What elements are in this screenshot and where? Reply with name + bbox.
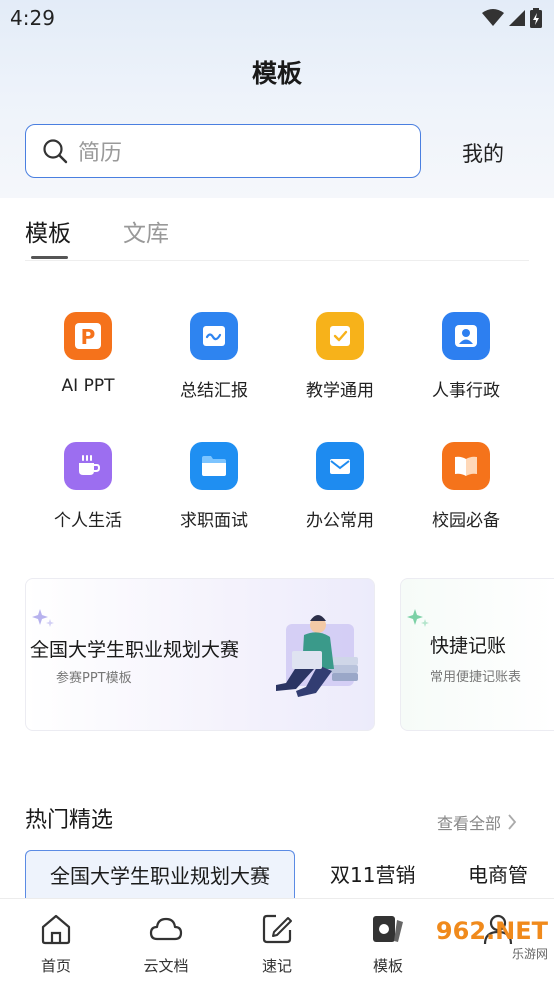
search-icon	[43, 139, 68, 164]
divider	[25, 260, 529, 261]
template-icon	[373, 916, 403, 942]
nav-templates[interactable]: 模板	[348, 911, 428, 976]
watermark-logo: 962.NET 乐游网	[436, 917, 548, 962]
status-icons	[482, 8, 542, 28]
tab-library[interactable]: 文库	[123, 214, 169, 248]
banner-title: 全国大学生职业规划大赛	[30, 639, 240, 661]
chip-row: 全国大学生职业规划大赛 双11营销 电商管	[0, 850, 554, 900]
category-personal-life[interactable]: 个人生活	[25, 442, 151, 531]
watermark-main: 962.NET	[435, 917, 548, 945]
watermark-sub: 乐游网	[511, 947, 548, 961]
view-all-label: 查看全部	[437, 814, 502, 833]
category-label: 总结汇报	[180, 381, 248, 401]
folder-icon	[190, 442, 238, 490]
category-summary-report[interactable]: 总结汇报	[151, 312, 277, 401]
category-hr[interactable]: 人事行政	[403, 312, 529, 401]
search-placeholder: 简历	[78, 141, 123, 166]
status-bar: 4:29	[0, 0, 554, 38]
signal-icon	[509, 10, 525, 26]
category-job-interview[interactable]: 求职面试	[151, 442, 277, 531]
category-label: 求职面试	[180, 511, 248, 531]
tab-templates[interactable]: 模板	[25, 214, 71, 248]
view-all-link[interactable]: 查看全部	[437, 810, 517, 834]
sparkle-icon	[32, 609, 54, 627]
chevron-right-icon	[508, 814, 517, 830]
student-illustration	[276, 615, 358, 697]
book-icon	[442, 442, 490, 490]
category-office[interactable]: 办公常用	[277, 442, 403, 531]
nav-home[interactable]: 首页	[16, 911, 96, 976]
category-label: AI PPT	[61, 376, 115, 396]
home-icon	[41, 914, 71, 945]
mine-button[interactable]: 我的	[446, 138, 520, 168]
nav-label: 首页	[40, 957, 71, 975]
category-ai-ppt[interactable]: P AI PPT	[25, 312, 151, 396]
mail-icon	[316, 442, 364, 490]
report-icon	[190, 312, 238, 360]
chip-double11[interactable]: 双11营销	[330, 850, 415, 900]
category-label: 个人生活	[54, 511, 122, 531]
category-teaching[interactable]: 教学通用	[277, 312, 403, 401]
svg-text:P: P	[81, 325, 96, 349]
nav-label: 云文档	[143, 957, 189, 975]
note-edit-icon	[262, 914, 292, 944]
category-label: 教学通用	[306, 381, 374, 401]
category-campus[interactable]: 校园必备	[403, 442, 529, 531]
status-time: 4:29	[10, 6, 55, 30]
chip-career-contest[interactable]: 全国大学生职业规划大赛	[25, 850, 295, 900]
banner-career-contest[interactable]: 全国大学生职业规划大赛 参赛PPT模板	[25, 578, 375, 731]
teaching-icon	[316, 312, 364, 360]
tab-bar: 模板 文库	[0, 198, 554, 262]
nav-label: 速记	[261, 957, 292, 975]
coffee-icon	[64, 442, 112, 490]
tab-indicator	[31, 256, 68, 259]
ppt-icon: P	[64, 312, 112, 360]
chip-ecommerce[interactable]: 电商管	[468, 850, 528, 900]
nav-quick-note[interactable]: 速记	[237, 911, 317, 976]
hr-icon	[442, 312, 490, 360]
search-input[interactable]: 简历	[25, 124, 421, 178]
banner-subtitle: 参赛PPT模板	[56, 671, 132, 686]
nav-cloud-docs[interactable]: 云文档	[126, 911, 206, 976]
cloud-icon	[149, 917, 183, 941]
nav-label: 模板	[372, 957, 403, 975]
wifi-icon	[482, 9, 504, 26]
sparkle-icon	[407, 609, 429, 627]
banner-bookkeeping[interactable]: 快捷记账 常用便捷记账表	[400, 578, 554, 731]
battery-icon	[530, 8, 542, 28]
category-label: 校园必备	[432, 511, 500, 531]
bottom-nav: 首页 云文档 速记 模板 962.NET 乐游网	[0, 898, 554, 984]
page-title: 模板	[251, 59, 302, 88]
category-label: 办公常用	[306, 511, 374, 531]
banner-title: 快捷记账	[430, 635, 507, 657]
category-label: 人事行政	[432, 381, 500, 401]
section-title: 热门精选	[25, 808, 114, 833]
banner-subtitle: 常用便捷记账表	[430, 670, 522, 685]
